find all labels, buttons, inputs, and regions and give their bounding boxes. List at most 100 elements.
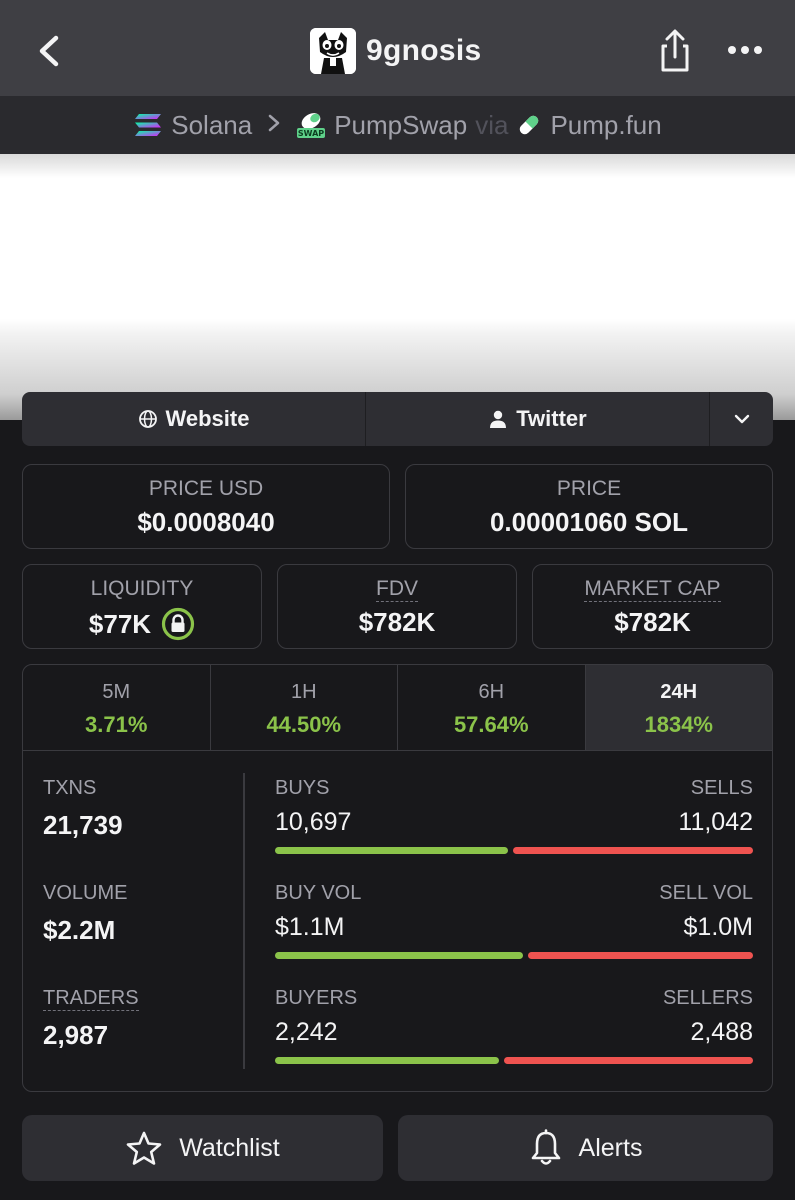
sell-vol-label: SELL VOL <box>659 882 753 904</box>
via-label: via <box>475 109 509 140</box>
tab-label: 1H <box>290 681 317 703</box>
more-links-button[interactable] <box>710 392 773 446</box>
tab-label: 24H <box>660 681 698 703</box>
pumpswap-icon: SWAP <box>297 113 326 138</box>
market-cap-card: MARKET CAP $782K <box>532 564 773 649</box>
token-title: 9gnosis <box>310 27 481 75</box>
watchlist-button[interactable]: Watchlist <box>22 1115 383 1181</box>
tab-6h[interactable]: 6H 57.64% <box>398 665 586 750</box>
sellers-label: SELLERS <box>662 987 753 1009</box>
sells-value: 11,042 <box>678 808 753 836</box>
breadcrumb-chain[interactable]: Solana <box>133 110 252 141</box>
chain-label: Solana <box>171 109 253 140</box>
buys-bar-fill <box>275 847 508 854</box>
breadcrumb-launchpad[interactable]: Pump.fun <box>516 109 662 141</box>
bell-icon <box>531 1129 560 1165</box>
token-banner <box>0 154 795 420</box>
more-options-icon[interactable] <box>722 40 768 60</box>
volume-value: $2.2M <box>43 915 116 945</box>
traders-bar <box>275 1057 753 1064</box>
breadcrumb: Solana SWAP PumpSwap via Pump.fun <box>0 96 795 154</box>
breadcrumb-dex[interactable]: SWAP PumpSwap <box>296 110 467 141</box>
buyvol-sellvol-block: BUY VOL SELL VOL $1.1M $1.0M <box>275 882 753 959</box>
fdv-label[interactable]: FDV <box>376 577 418 602</box>
timeframe-tabs: 5M 3.71% 1H 44.50% 6H 57.64% 24H 1834% <box>23 665 772 751</box>
tab-1h[interactable]: 1H 44.50% <box>211 665 398 750</box>
chevron-right-icon <box>266 110 282 141</box>
website-label: Website <box>165 406 250 431</box>
chevron-down-icon <box>734 414 749 424</box>
tab-label: 6H <box>478 681 505 703</box>
pill-icon <box>520 115 539 135</box>
user-icon <box>490 410 507 428</box>
tab-change: 1834% <box>644 712 713 737</box>
price-usd-label: PRICE USD <box>148 477 264 500</box>
twitter-button[interactable]: Twitter <box>366 392 710 446</box>
buyers-label: BUYERS <box>275 987 358 1009</box>
back-icon[interactable] <box>30 26 70 76</box>
buy-vol-value: $1.1M <box>275 913 345 941</box>
traders-label[interactable]: TRADERS <box>43 987 139 1011</box>
market-cap-value: $782K <box>614 607 691 637</box>
tab-5m[interactable]: 5M 3.71% <box>23 665 211 750</box>
liquidity-value: $77K <box>88 608 152 639</box>
price-usd-card: PRICE USD $0.0008040 <box>22 464 390 549</box>
tab-24h[interactable]: 24H 1834% <box>585 665 772 750</box>
price-usd-value: $0.0008040 <box>137 507 275 537</box>
watchlist-label: Watchlist <box>179 1133 280 1162</box>
buyers-bar-fill <box>275 1057 500 1064</box>
market-cap-label[interactable]: MARKET CAP <box>584 577 721 602</box>
liquidity-label: LIQUIDITY <box>90 577 194 600</box>
tab-label: 5M <box>102 681 131 703</box>
lock-icon[interactable] <box>161 607 195 641</box>
price-native-card: PRICE 0.00001060 SOL <box>405 464 773 549</box>
globe-icon <box>138 410 157 428</box>
sellers-bar-fill <box>504 1057 753 1064</box>
liquidity-card: LIQUIDITY $77K <box>22 564 262 649</box>
token-name: 9gnosis <box>366 34 482 67</box>
buyers-value: 2,242 <box>275 1018 338 1046</box>
sells-label: SELLS <box>690 777 753 799</box>
token-avatar <box>310 28 356 74</box>
svg-text:SWAP: SWAP <box>298 129 324 138</box>
twitter-label: Twitter <box>516 406 587 431</box>
buys-sells-block: BUYS SELLS 10,697 11,042 <box>275 777 753 854</box>
txns-label: TXNS <box>43 777 97 799</box>
volume-bar <box>275 952 753 959</box>
fdv-value: $782K <box>358 607 436 637</box>
alerts-button[interactable]: Alerts <box>398 1115 773 1181</box>
launchpad-label: Pump.fun <box>550 109 662 140</box>
social-links: Website Twitter <box>22 392 773 446</box>
txns-value: 21,739 <box>43 810 123 840</box>
sells-bar-fill <box>512 847 753 854</box>
buy-vol-bar-fill <box>275 952 523 959</box>
price-native-value: 0.00001060 SOL <box>489 507 689 537</box>
top-bar: 9gnosis <box>0 0 795 96</box>
column-divider <box>243 773 245 1069</box>
stats-panel: 5M 3.71% 1H 44.50% 6H 57.64% 24H 1834% T… <box>22 664 773 1092</box>
sellers-value: 2,488 <box>690 1018 753 1046</box>
fdv-card: FDV $782K <box>277 564 517 649</box>
dex-label: PumpSwap <box>334 109 468 140</box>
buys-sells-bar <box>275 847 753 854</box>
buy-vol-label: BUY VOL <box>275 882 362 904</box>
txns-block: TXNS 21,739 <box>43 777 243 841</box>
alerts-label: Alerts <box>578 1133 643 1162</box>
buys-label: BUYS <box>275 777 330 799</box>
buyers-sellers-block: BUYERS SELLERS 2,242 2,488 <box>275 987 753 1064</box>
volume-label: VOLUME <box>43 882 128 904</box>
traders-block: TRADERS 2,987 <box>43 987 243 1051</box>
sell-vol-value: $1.0M <box>683 913 753 941</box>
volume-block: VOLUME $2.2M <box>43 882 243 946</box>
tab-change: 3.71% <box>85 712 148 737</box>
traders-value: 2,987 <box>43 1020 109 1050</box>
website-button[interactable]: Website <box>22 392 366 446</box>
tab-change: 57.64% <box>453 712 529 737</box>
sell-vol-bar-fill <box>527 952 753 959</box>
solana-icon <box>135 114 162 136</box>
tab-change: 44.50% <box>266 712 342 737</box>
share-icon[interactable] <box>655 26 695 76</box>
price-native-label: PRICE <box>556 477 622 500</box>
star-icon <box>126 1131 162 1165</box>
buys-value: 10,697 <box>275 808 352 836</box>
